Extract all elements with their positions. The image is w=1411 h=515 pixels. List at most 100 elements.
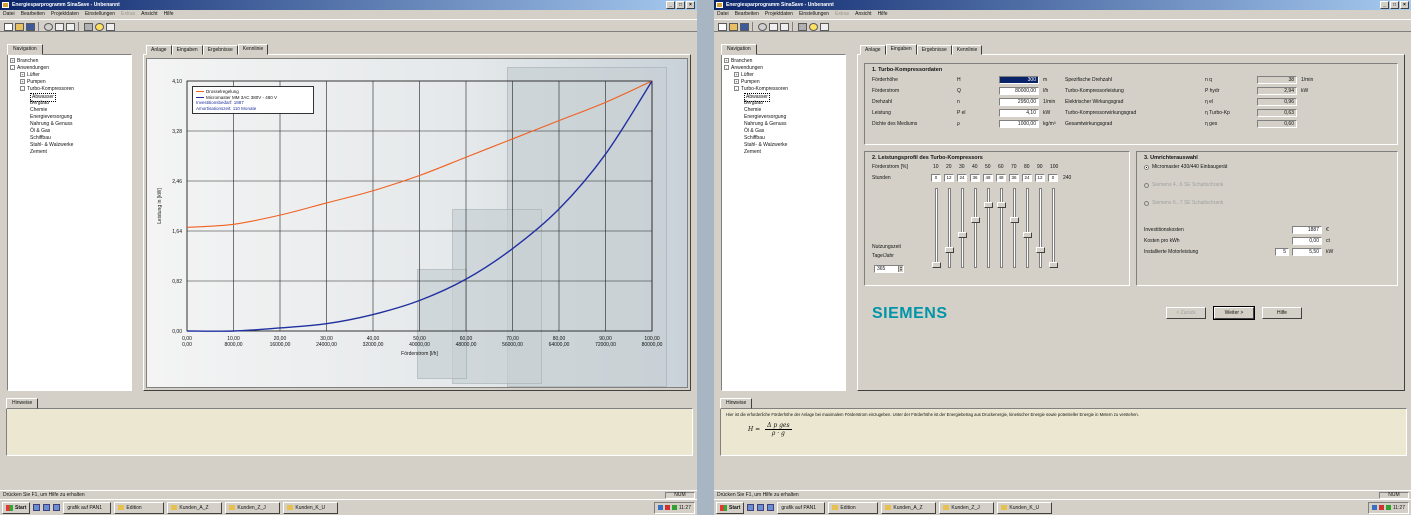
tree-item[interactable]: Chemie	[724, 107, 843, 114]
tree-item[interactable]: Abwasser	[10, 93, 129, 102]
start-button[interactable]: Start	[2, 501, 31, 514]
hinweise-tab[interactable]: Hinweise	[6, 398, 39, 409]
tree-item[interactable]: + Lüfter	[724, 72, 843, 79]
kosten-input[interactable]: 5,50	[1292, 248, 1322, 256]
hours-input[interactable]: 24	[957, 174, 967, 182]
tab-eingaben[interactable]: Eingaben	[171, 45, 203, 55]
menu-hilfe[interactable]: Hilfe	[164, 10, 174, 19]
open-folder-icon[interactable]	[728, 22, 738, 31]
tree-item[interactable]: + Branchen	[724, 58, 843, 65]
taskbar-item[interactable]: Edition	[114, 501, 165, 514]
expand-icon[interactable]: +	[20, 79, 25, 85]
param-input[interactable]: 2950,00	[999, 98, 1039, 106]
menu-datei[interactable]: Datei	[3, 10, 15, 19]
slider-thumb[interactable]	[945, 247, 954, 253]
print-icon[interactable]	[83, 22, 93, 31]
tree-item[interactable]: Öl & Gas	[10, 128, 129, 135]
taskbar-item[interactable]: Kunden_Z_J	[939, 501, 995, 514]
quicklaunch-icon[interactable]	[43, 504, 51, 511]
taskbar-item[interactable]: Edition	[828, 501, 879, 514]
tray-icon[interactable]	[671, 505, 677, 510]
menu-bearbeiten[interactable]: Bearbeiten	[21, 10, 45, 19]
menu-einstellungen[interactable]: Einstellungen	[85, 10, 115, 19]
tree-item[interactable]: - Anwendungen	[724, 65, 843, 72]
open-folder-icon[interactable]	[14, 22, 24, 31]
save-icon[interactable]	[25, 22, 35, 31]
tree-item[interactable]: Energieversorgung	[10, 114, 129, 121]
quicklaunch-icon[interactable]	[747, 504, 755, 511]
quicklaunch-icon[interactable]	[33, 504, 41, 511]
taskbar-item[interactable]: grafik auf PAN1	[777, 501, 826, 514]
hours-slider[interactable]	[971, 188, 980, 268]
slider-thumb[interactable]	[1049, 262, 1058, 268]
spinner-arrows-icon[interactable]: ▲ ▼	[898, 266, 903, 272]
tab-kennlinie[interactable]: Kennlinie	[951, 45, 983, 55]
hours-slider[interactable]	[997, 188, 1006, 268]
cut-icon[interactable]	[757, 22, 767, 31]
collapse-icon[interactable]: -	[20, 86, 25, 92]
tab-ergebnisse[interactable]: Ergebnisse	[916, 45, 952, 55]
hours-slider[interactable]	[945, 188, 954, 268]
expand-icon[interactable]: +	[724, 58, 729, 64]
tage-jahr-spinner[interactable]: 365 ▲ ▼	[874, 265, 904, 273]
taskbar-item[interactable]: Kunden_A_Z	[167, 501, 223, 514]
hours-slider[interactable]	[1010, 188, 1019, 268]
print-icon[interactable]	[797, 22, 807, 31]
taskbar-item[interactable]: Kunden_Z_J	[225, 501, 281, 514]
tree-item[interactable]: Bergbau	[10, 100, 129, 107]
hours-slider[interactable]	[932, 188, 941, 268]
close-button[interactable]: ×	[1400, 1, 1409, 9]
hours-input[interactable]: 48	[983, 174, 993, 182]
hours-input[interactable]: 0	[931, 174, 941, 182]
tray-icon[interactable]	[1385, 505, 1391, 510]
tree-item[interactable]: + Lüfter	[10, 72, 129, 79]
slider-thumb[interactable]	[971, 217, 980, 223]
expand-icon[interactable]: +	[10, 58, 15, 64]
start-button[interactable]: Start	[716, 501, 745, 514]
tree-item[interactable]: + Branchen	[10, 58, 129, 65]
menu-bearbeiten[interactable]: Bearbeiten	[735, 10, 759, 19]
tree-item[interactable]: + Pumpen	[10, 79, 129, 86]
tray-icon[interactable]	[664, 505, 670, 510]
tree-item[interactable]: - Anwendungen	[10, 65, 129, 72]
tree-item[interactable]: Schiffbau	[10, 135, 129, 142]
tree-item[interactable]: + Pumpen	[724, 79, 843, 86]
slider-thumb[interactable]	[958, 232, 967, 238]
taskbar-item[interactable]: Kunden_K_U	[997, 501, 1053, 514]
taskbar-item[interactable]: Kunden_K_U	[283, 501, 339, 514]
slider-thumb[interactable]	[1010, 217, 1019, 223]
param-input[interactable]: 80000,00	[999, 87, 1039, 95]
menu-datei[interactable]: Datei	[717, 10, 729, 19]
tree-item[interactable]: Chemie	[10, 107, 129, 114]
tree-item[interactable]: Stahl- & Walzwerke	[10, 142, 129, 149]
navigation-tab[interactable]: Navigation	[7, 44, 43, 55]
umrichter-radio[interactable]	[1144, 165, 1149, 170]
cut-icon[interactable]	[43, 22, 53, 31]
tray-icon[interactable]	[1378, 505, 1384, 510]
tree-item[interactable]: Öl & Gas	[724, 128, 843, 135]
paste-icon[interactable]	[65, 22, 75, 31]
quicklaunch-icon[interactable]	[757, 504, 765, 511]
tree-item[interactable]: Energieversorgung	[724, 114, 843, 121]
hours-input[interactable]: 24	[1022, 174, 1032, 182]
slider-thumb[interactable]	[997, 202, 1006, 208]
hours-input[interactable]: 48	[996, 174, 1006, 182]
tree-item[interactable]: Nahrung & Genuss	[10, 121, 129, 128]
hours-slider[interactable]	[1023, 188, 1032, 268]
menu-projektdaten[interactable]: Projektdaten	[765, 10, 793, 19]
menu-projektdaten[interactable]: Projektdaten	[51, 10, 79, 19]
tree-item[interactable]: - Turbo-Kompressoren	[10, 86, 129, 93]
tree-item[interactable]: Abwasser	[724, 93, 843, 102]
tree-item[interactable]: Zement	[10, 149, 129, 156]
maximize-button[interactable]: □	[1390, 1, 1399, 9]
slider-thumb[interactable]	[1023, 232, 1032, 238]
expand-icon[interactable]: +	[734, 79, 739, 85]
slider-thumb[interactable]	[984, 202, 993, 208]
new-file-icon[interactable]	[717, 22, 727, 31]
tree-item[interactable]: Schiffbau	[724, 135, 843, 142]
copy-icon[interactable]	[768, 22, 778, 31]
tree-item[interactable]: Zement	[724, 149, 843, 156]
taskbar-item[interactable]: grafik auf PAN1	[63, 501, 112, 514]
help-icon[interactable]	[808, 22, 818, 31]
taskbar-item[interactable]: Kunden_A_Z	[881, 501, 937, 514]
